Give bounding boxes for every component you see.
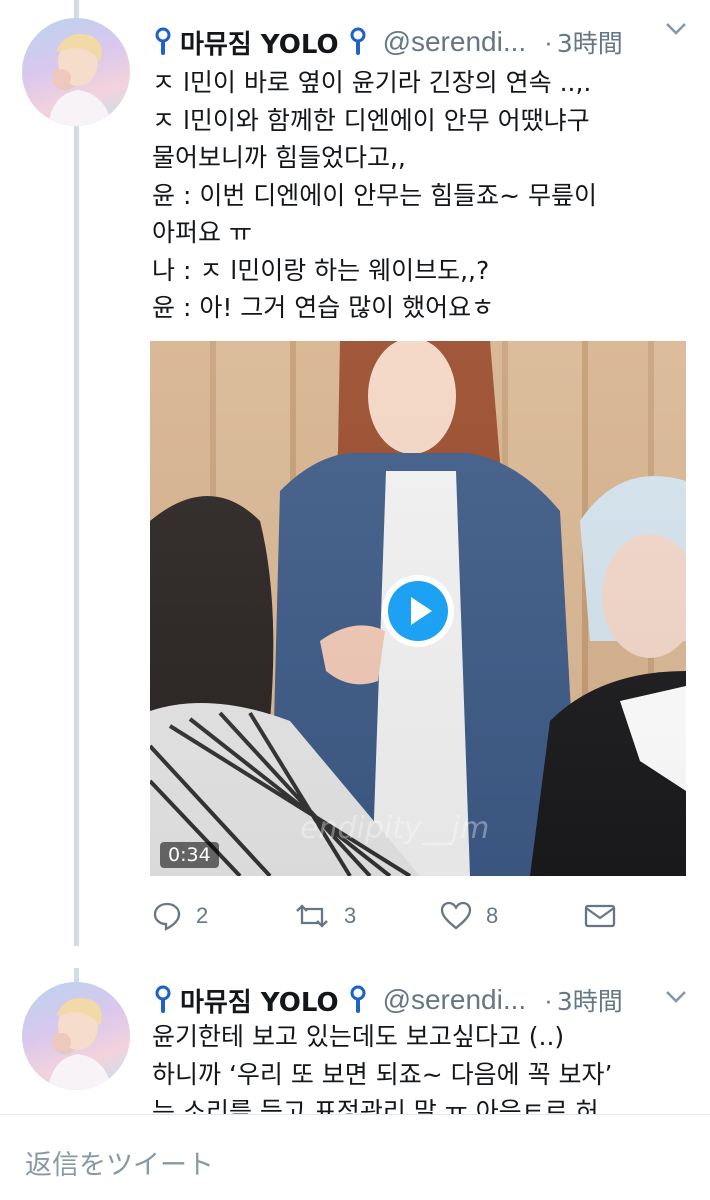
- reply-bar: 返信をツイート: [0, 1114, 710, 1200]
- lightstick-icon: [347, 985, 369, 1015]
- retweet-count: 3: [344, 903, 357, 928]
- lightstick-icon: [152, 27, 174, 57]
- display-name[interactable]: 마뮤짐 YOLO: [180, 982, 339, 1019]
- like-count: 8: [486, 903, 499, 928]
- tweet-text-line: 나 : ㅈ l민이랑 하는 웨이브도,,?: [152, 255, 490, 285]
- avatar[interactable]: [22, 18, 130, 126]
- tweet[interactable]: 마뮤짐 YOLO @serendi... · 3時間 윤기한테 보고 있는데도 …: [0, 968, 710, 1118]
- thread-connector-top: [74, 968, 79, 982]
- tweet-text: 윤기한테 보고 있는데도 보고싶다고 (..) 하니까 ‘우리 또 보면 되죠~…: [152, 1018, 697, 1118]
- chevron-down-icon[interactable]: [664, 20, 688, 38]
- share-button[interactable]: [584, 896, 616, 936]
- tweet-text-line: 윤 : 아! 그거 연습 많이 했어요ㅎ: [152, 293, 495, 322]
- tweet-text-line: ㅈ l민이와 함께한 디엔에이 안무 어땠냐구: [152, 105, 590, 135]
- tweet-text-line: 물어보니까 힘들었다고,,: [152, 143, 406, 172]
- play-button[interactable]: [382, 575, 454, 647]
- video-player[interactable]: endipity__jm 0:34: [150, 341, 686, 876]
- display-name[interactable]: 마뮤짐 YOLO: [180, 24, 339, 61]
- separator-dot: ·: [544, 984, 553, 1015]
- reply-icon: [153, 902, 181, 931]
- play-icon: [411, 597, 432, 625]
- retweet-button[interactable]: 3: [294, 896, 356, 936]
- tweet-text-line: 아퍼요 ㅠ: [152, 218, 252, 247]
- tweet-text-line: ㅈ l민이 바로 옆이 윤기라 긴장의 연속 ..,.: [152, 68, 592, 97]
- user-handle[interactable]: @serendi...: [383, 26, 527, 58]
- tweet-text-line: 하니까 ‘우리 또 보면 되죠~ 다음에 꼭 보자’: [152, 1059, 613, 1089]
- timestamp[interactable]: 3時間: [557, 24, 623, 60]
- separator-dot: ·: [544, 26, 553, 57]
- envelope-icon: [584, 904, 616, 928]
- watermark-text: endipity__jm: [300, 811, 490, 846]
- reply-button[interactable]: 2: [152, 896, 208, 936]
- video-duration: 0:34: [160, 842, 219, 868]
- reply-count: 2: [196, 903, 209, 928]
- heart-icon: [440, 901, 472, 930]
- reply-input[interactable]: 返信をツイート: [25, 1143, 214, 1182]
- tweet-text-line: 윤 : 이번 디엔에이 안무는 힘들죠~ 무릎이: [152, 180, 598, 210]
- tweet-actions: 2 3 8: [150, 896, 620, 936]
- tweet-text: ㅈ l민이 바로 옆이 윤기라 긴장의 연속 ..,. ㅈ l민이와 함께한 디…: [152, 64, 697, 327]
- chevron-down-icon[interactable]: [664, 988, 688, 1006]
- tweet-header: 마뮤짐 YOLO @serendi... · 3時間: [152, 980, 702, 1020]
- tweet-header: 마뮤짐 YOLO @serendi... · 3時間: [152, 22, 702, 62]
- timestamp[interactable]: 3時間: [557, 982, 623, 1018]
- lightstick-icon: [347, 27, 369, 57]
- lightstick-icon: [152, 985, 174, 1015]
- like-button[interactable]: 8: [440, 896, 498, 936]
- retweet-icon: [296, 904, 328, 928]
- tweet-text-line: 윤기한테 보고 있는데도 보고싶다고 (..): [152, 1022, 565, 1051]
- user-handle[interactable]: @serendi...: [383, 984, 527, 1016]
- avatar[interactable]: [22, 982, 130, 1090]
- tweet[interactable]: 마뮤짐 YOLO @serendi... · 3時間 ㅈ l민이 바로 옆이 윤…: [0, 10, 710, 960]
